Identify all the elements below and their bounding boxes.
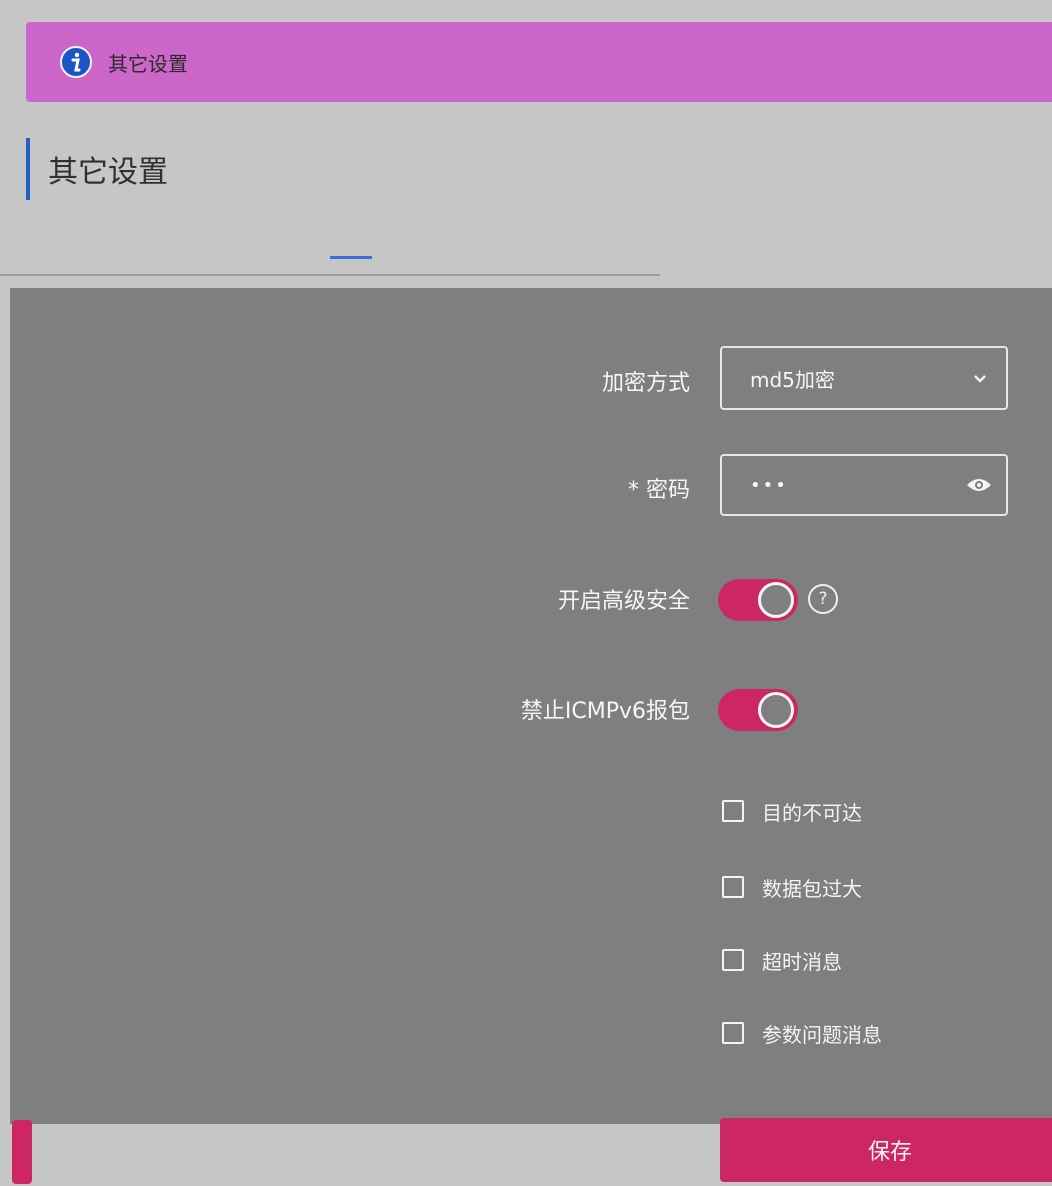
- option-label: 数据包过大: [762, 876, 862, 901]
- option-label: 参数问题消息: [762, 1022, 882, 1047]
- chevron-down-icon: [974, 375, 986, 383]
- icmpv6-label: 禁止ICMPv6报包: [520, 699, 690, 724]
- icmpv6-toggle[interactable]: [718, 689, 798, 731]
- tab-baseline: [0, 274, 660, 276]
- toggle-knob: [758, 582, 794, 618]
- encryption-select[interactable]: md5加密: [720, 346, 1008, 410]
- advanced-security-toggle[interactable]: [718, 579, 798, 621]
- option-label: 超时消息: [762, 949, 842, 974]
- banner-text: 其它设置: [108, 51, 188, 76]
- left-action-button[interactable]: [12, 1120, 32, 1184]
- checkbox[interactable]: [722, 800, 744, 822]
- option-packet-too-big[interactable]: 数据包过大: [722, 872, 862, 902]
- active-tab-indicator: [330, 256, 372, 259]
- eye-icon[interactable]: [966, 476, 992, 494]
- help-icon[interactable]: ?: [808, 584, 838, 614]
- password-input[interactable]: •••: [720, 454, 1008, 516]
- option-time-exceeded[interactable]: 超时消息: [722, 945, 842, 975]
- save-button[interactable]: 保存: [720, 1118, 1052, 1182]
- option-dest-unreachable[interactable]: 目的不可达: [722, 796, 862, 826]
- advanced-security-label: 开启高级安全: [557, 589, 690, 614]
- info-icon: [60, 46, 92, 78]
- checkbox[interactable]: [722, 876, 744, 898]
- checkbox[interactable]: [722, 1022, 744, 1044]
- info-banner: 其它设置: [26, 22, 1052, 102]
- password-label: 密码: [0, 472, 690, 504]
- checkbox[interactable]: [722, 949, 744, 971]
- section-title: 其它设置: [26, 138, 168, 200]
- encryption-label: 加密方式: [601, 371, 690, 396]
- option-parameter-problem[interactable]: 参数问题消息: [722, 1018, 882, 1048]
- toggle-knob: [758, 692, 794, 728]
- encryption-value: md5加密: [750, 367, 835, 392]
- tab-strip: [0, 244, 1052, 288]
- option-label: 目的不可达: [762, 800, 862, 825]
- password-value: •••: [750, 474, 788, 496]
